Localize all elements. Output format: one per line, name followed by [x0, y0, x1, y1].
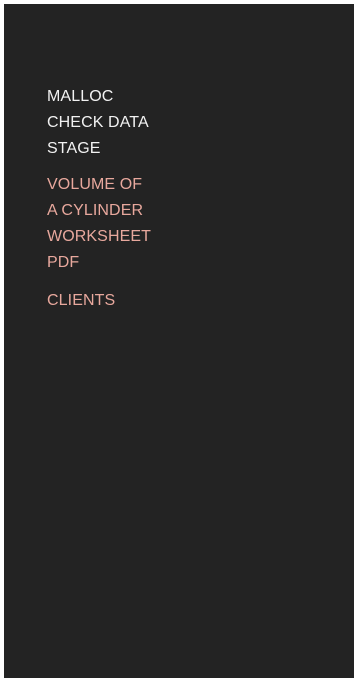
sidebar-content: MALLOC CHECK DATA STAGE VOLUME OF A CYLI… [47, 84, 197, 314]
clients-link[interactable]: CLIENTS [47, 288, 197, 314]
volume-of-a-cylinder-worksheet-link[interactable]: VOLUME OF A CYLINDER WORKSHEET PDF [47, 172, 197, 276]
dark-sidebar-panel: MALLOC CHECK DATA STAGE VOLUME OF A CYLI… [4, 4, 354, 678]
sidebar-title: MALLOC CHECK DATA STAGE [47, 88, 149, 157]
